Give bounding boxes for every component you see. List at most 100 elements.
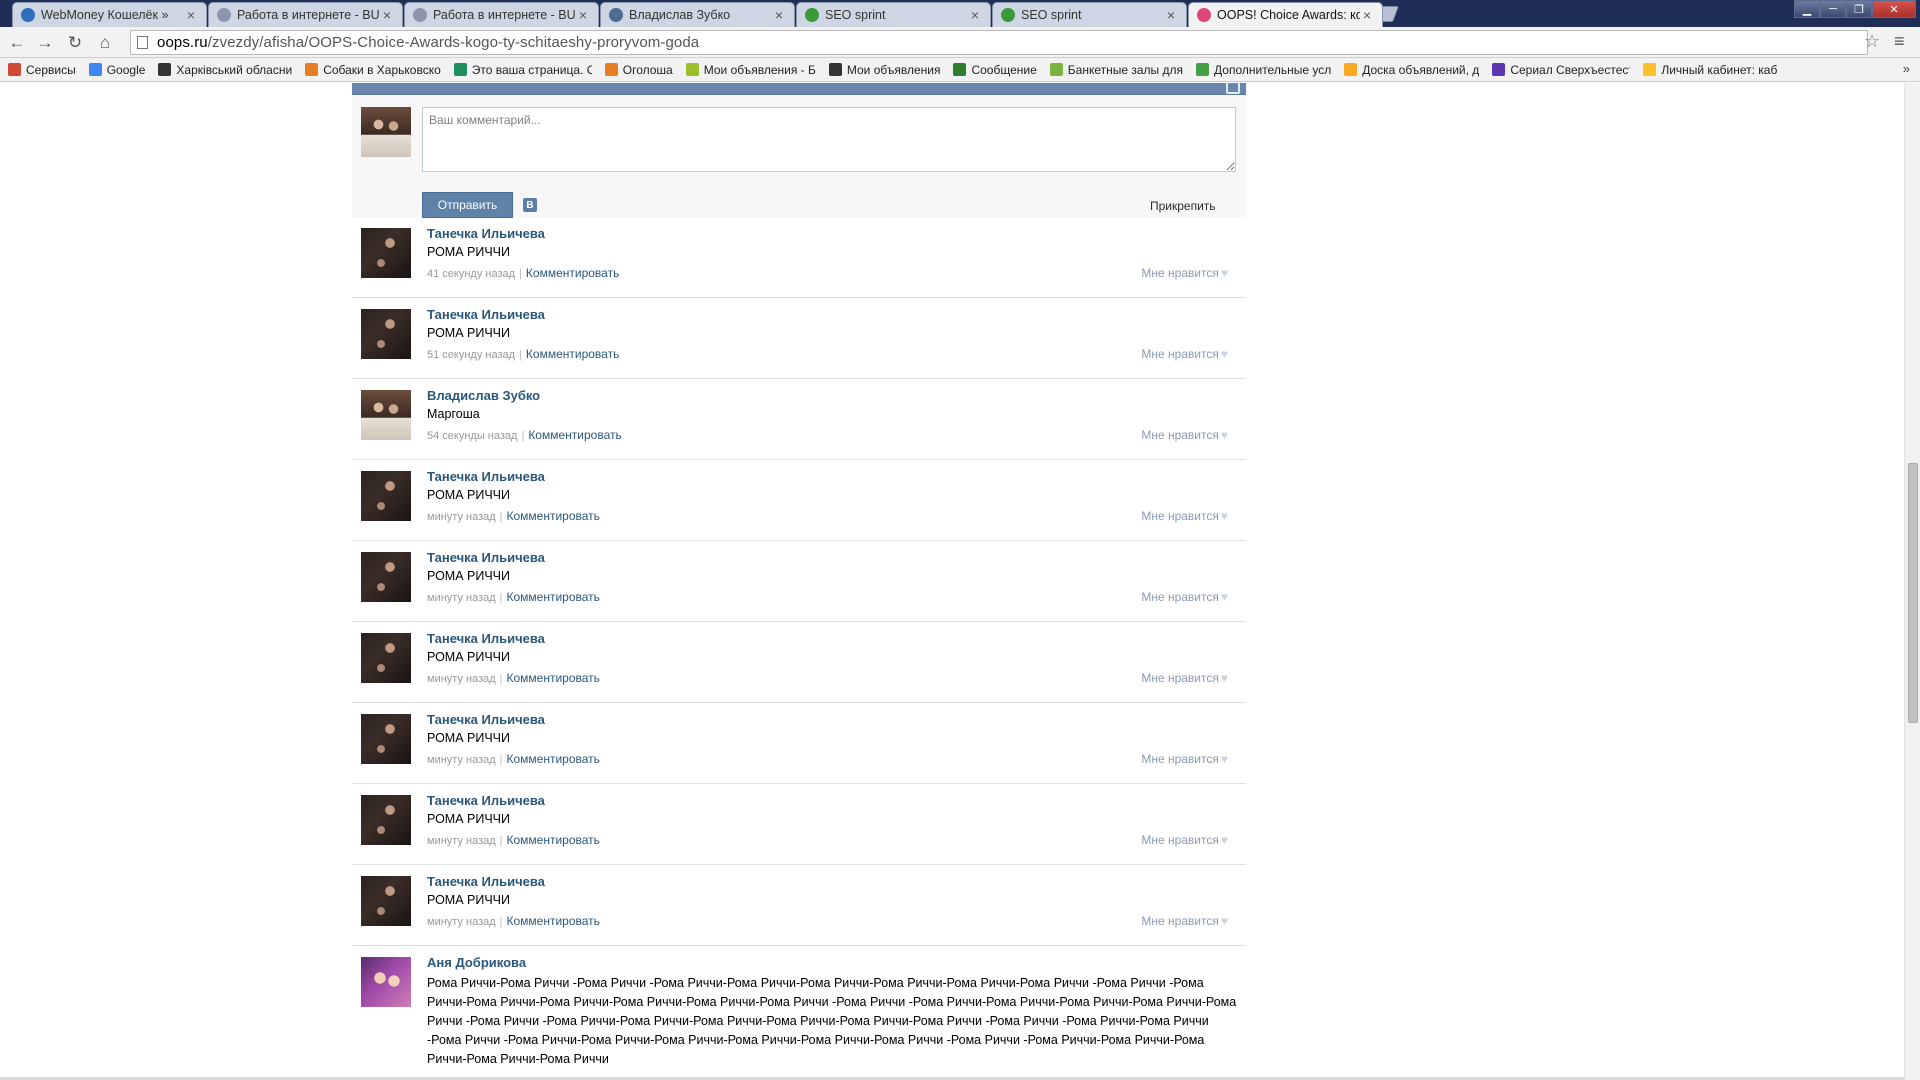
- browser-tab[interactable]: Владислав Зубко ×: [600, 2, 795, 27]
- maximize-icon[interactable]: ❐: [1846, 0, 1872, 18]
- close-tab-icon[interactable]: ×: [184, 7, 198, 23]
- avatar[interactable]: [361, 957, 411, 1007]
- close-tab-icon[interactable]: ×: [380, 7, 394, 23]
- comment-time[interactable]: 41 секунду назад: [427, 268, 515, 280]
- avatar[interactable]: [361, 795, 411, 845]
- bookmark-item[interactable]: Сериал Сверхъестест: [1492, 63, 1630, 77]
- comment-time[interactable]: 54 секунды назад: [427, 430, 517, 442]
- minimize-icon[interactable]: ─: [1820, 0, 1846, 18]
- like-label: Мне нравится: [1141, 833, 1219, 847]
- vk-icon[interactable]: В: [523, 198, 537, 212]
- comment-time[interactable]: минуту назад: [427, 754, 496, 766]
- reply-link[interactable]: Комментировать: [526, 266, 619, 280]
- reply-link[interactable]: Комментировать: [507, 752, 600, 766]
- reply-link[interactable]: Комментировать: [507, 509, 600, 523]
- like-button[interactable]: Мне нравится ♥: [1141, 752, 1228, 766]
- comment-author[interactable]: Танечка Ильичева: [427, 469, 545, 484]
- browser-tab[interactable]: SEO sprint ×: [992, 2, 1187, 27]
- profile-icon[interactable]: ▁: [1794, 0, 1820, 18]
- bookmark-star-icon[interactable]: ☆: [1864, 31, 1880, 52]
- avatar[interactable]: [361, 309, 411, 359]
- scrollbar-thumb[interactable]: [1908, 463, 1918, 723]
- bookmark-item[interactable]: Это ваша страница. С: [453, 63, 592, 77]
- bookmark-item[interactable]: Банкетные залы для: [1049, 63, 1183, 77]
- like-button[interactable]: Мне нравится ♥: [1141, 671, 1228, 685]
- avatar[interactable]: [361, 714, 411, 764]
- comment-time[interactable]: минуту назад: [427, 673, 496, 685]
- reply-link[interactable]: Комментировать: [507, 590, 600, 604]
- browser-tab[interactable]: OOPS! Choice Awards: ко ×: [1188, 2, 1383, 27]
- comment-time[interactable]: минуту назад: [427, 511, 496, 523]
- reply-link[interactable]: Комментировать: [526, 347, 619, 361]
- like-button[interactable]: Мне нравится ♥: [1141, 833, 1228, 847]
- close-tab-icon[interactable]: ×: [968, 7, 982, 23]
- comment-time[interactable]: минуту назад: [427, 592, 496, 604]
- comment-time[interactable]: минуту назад: [427, 916, 496, 928]
- bookmark-item[interactable]: Собаки в Харьковско: [305, 63, 441, 77]
- back-icon[interactable]: ←: [6, 32, 28, 54]
- browser-tab[interactable]: SEO sprint ×: [796, 2, 991, 27]
- comment-author[interactable]: Танечка Ильичева: [427, 712, 545, 727]
- coin-icon: [1344, 63, 1358, 76]
- avatar[interactable]: [361, 471, 411, 521]
- comment-input[interactable]: [422, 107, 1236, 172]
- forward-icon[interactable]: →: [34, 32, 56, 54]
- bookmark-item[interactable]: Дополнительные усл: [1196, 63, 1331, 77]
- send-button[interactable]: Отправить: [422, 192, 513, 218]
- comment-author[interactable]: Танечка Ильичева: [427, 226, 545, 241]
- attach-button[interactable]: Прикрепить: [1150, 199, 1216, 213]
- avatar[interactable]: [361, 633, 411, 683]
- comment-time[interactable]: минуту назад: [427, 835, 496, 847]
- google-icon: [88, 63, 102, 76]
- reply-link[interactable]: Комментировать: [507, 833, 600, 847]
- reply-link[interactable]: Комментировать: [507, 671, 600, 685]
- bookmark-item[interactable]: Оголоша: [604, 63, 673, 77]
- bookmark-item[interactable]: Мои объявления - Б: [685, 63, 816, 77]
- avatar[interactable]: [361, 552, 411, 602]
- avatar[interactable]: [361, 390, 411, 440]
- reload-icon[interactable]: ↻: [64, 32, 86, 54]
- bookmark-item[interactable]: Мои объявления: [828, 63, 940, 77]
- like-button[interactable]: Мне нравится ♥: [1141, 509, 1228, 523]
- reply-link[interactable]: Комментировать: [507, 914, 600, 928]
- comment-item: Танечка Ильичева РОМА РИЧЧИ минуту назад | К…: [352, 622, 1246, 703]
- close-tab-icon[interactable]: ×: [1164, 7, 1178, 23]
- browser-tab[interactable]: Работа в интернете - BU ×: [404, 2, 599, 27]
- comment-author[interactable]: Владислав Зубко: [427, 388, 540, 403]
- bookmark-item[interactable]: Сообщение: [953, 63, 1037, 77]
- comment-author[interactable]: Танечка Ильичева: [427, 631, 545, 646]
- bookmark-item[interactable]: Личный кабинет: каб: [1643, 63, 1777, 77]
- hall-icon: [1049, 63, 1063, 76]
- like-button[interactable]: Мне нравится ♥: [1141, 428, 1228, 442]
- comment-author[interactable]: Танечка Ильичева: [427, 307, 545, 322]
- bookmark-item[interactable]: Google: [88, 63, 145, 77]
- bookmark-item[interactable]: Сервисы: [8, 63, 76, 77]
- close-window-icon[interactable]: ✕: [1872, 0, 1916, 18]
- like-button[interactable]: Мне нравится ♥: [1141, 590, 1228, 604]
- address-bar[interactable]: oops.ru/zvezdy/afisha/OOPS-Choice-Awards…: [130, 30, 1868, 55]
- home-icon[interactable]: ⌂: [94, 32, 116, 54]
- expand-icon[interactable]: [1226, 83, 1240, 94]
- more-bookmarks-button[interactable]: »: [1903, 61, 1910, 76]
- comment-author[interactable]: Танечка Ильичева: [427, 550, 545, 565]
- like-button[interactable]: Мне нравится ♥: [1141, 347, 1228, 361]
- comment-author[interactable]: Танечка Ильичева: [427, 793, 545, 808]
- avatar[interactable]: [361, 876, 411, 926]
- close-tab-icon[interactable]: ×: [772, 7, 786, 23]
- reply-link[interactable]: Комментировать: [528, 428, 621, 442]
- browser-tab[interactable]: Работа в интернете - BU ×: [208, 2, 403, 27]
- avatar[interactable]: [361, 228, 411, 278]
- menu-icon[interactable]: ≡: [1894, 31, 1905, 52]
- page-scrollbar[interactable]: [1904, 83, 1920, 1080]
- like-button[interactable]: Мне нравится ♥: [1141, 914, 1228, 928]
- bookmark-item[interactable]: Доска объявлений, д: [1344, 63, 1479, 77]
- comment-author[interactable]: Танечка Ильичева: [427, 874, 545, 889]
- close-tab-icon[interactable]: ×: [576, 7, 590, 23]
- comment-author[interactable]: Аня Добрикова: [427, 955, 526, 970]
- like-button[interactable]: Мне нравится ♥: [1141, 266, 1228, 280]
- comment-item: Танечка Ильичева РОМА РИЧЧИ минуту назад | К…: [352, 541, 1246, 622]
- comment-time[interactable]: 51 секунду назад: [427, 349, 515, 361]
- browser-tab[interactable]: WebMoney Кошелёк » ×: [12, 2, 207, 27]
- close-tab-icon[interactable]: ×: [1360, 7, 1374, 23]
- bookmark-item[interactable]: Харківський обласни: [158, 63, 292, 77]
